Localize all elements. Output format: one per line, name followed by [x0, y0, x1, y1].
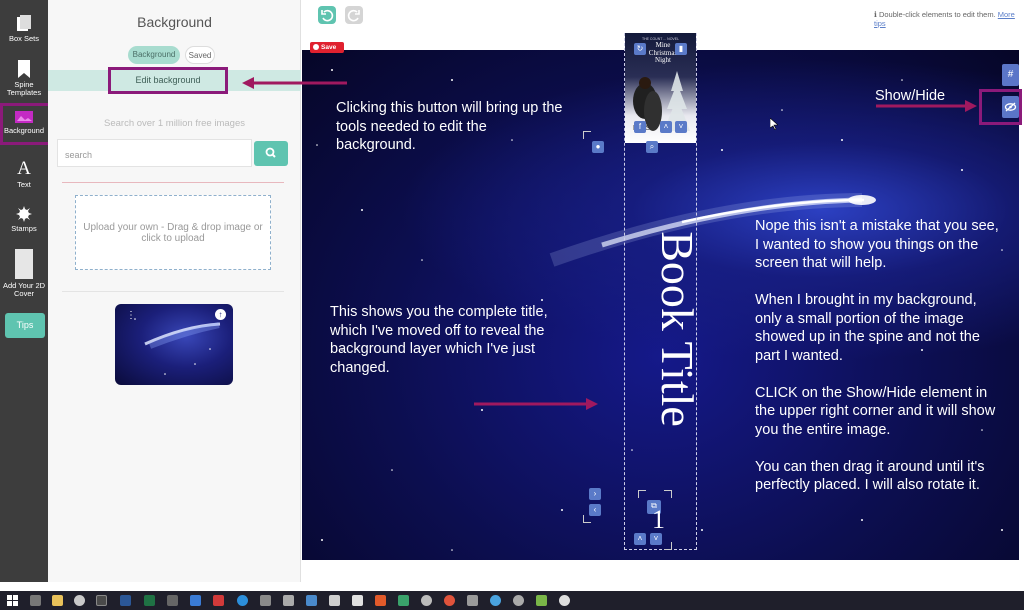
- excel-icon[interactable]: [144, 595, 155, 606]
- zoom-icon[interactable]: ⌕: [646, 141, 658, 153]
- corner-mark: [664, 490, 672, 498]
- chevron-down-icon[interactable]: ˅: [650, 533, 662, 545]
- app-icon[interactable]: [260, 595, 271, 606]
- tab-background[interactable]: Background: [128, 46, 180, 64]
- book-title[interactable]: Book Title: [652, 214, 703, 444]
- app-icon[interactable]: [352, 595, 363, 606]
- app-icon[interactable]: [375, 595, 386, 606]
- file-explorer-icon[interactable]: [52, 595, 63, 606]
- show-hide-highlight-box: [979, 89, 1022, 125]
- bookmark-icon: [18, 60, 30, 78]
- background-highlight-box: [0, 103, 52, 145]
- more-options-icon[interactable]: ⋮: [126, 311, 136, 321]
- left-toolbar: Box Sets Spine Templates Background A Te…: [0, 0, 48, 582]
- search-icon: [265, 147, 276, 158]
- toolbar-item-label: Add Your 2D Cover: [2, 281, 46, 298]
- toolbar-item-spine-templates[interactable]: Spine Templates: [0, 60, 48, 97]
- search-input[interactable]: search: [57, 139, 252, 167]
- tab-saved[interactable]: Saved: [185, 46, 215, 64]
- note-paragraph: You can then drag it around until it's p…: [755, 458, 985, 494]
- app-icon[interactable]: [559, 595, 570, 606]
- app-icon[interactable]: [283, 595, 294, 606]
- text-icon: A: [17, 158, 31, 179]
- redo-icon: [347, 9, 360, 22]
- app-icon[interactable]: [167, 595, 178, 606]
- os-taskbar: [0, 591, 1024, 610]
- chrome-icon[interactable]: [96, 595, 107, 606]
- delete-icon[interactable]: ▮: [675, 43, 687, 55]
- app-icon[interactable]: [213, 595, 224, 606]
- toolbar-item-label: Spine Templates: [6, 80, 42, 97]
- chevron-right-icon[interactable]: ›: [589, 488, 601, 500]
- app-icon[interactable]: [421, 595, 432, 606]
- annotation-show-hide: Show/Hide: [875, 88, 946, 104]
- facebook-icon[interactable]: f: [634, 121, 646, 133]
- toolbar-item-label: Stamps: [11, 224, 37, 233]
- settings-icon[interactable]: ●: [592, 141, 604, 153]
- stamp-icon: [16, 206, 32, 222]
- chevron-up-icon[interactable]: ˄: [660, 121, 672, 133]
- search-caption: Search over 1 million free images: [104, 118, 245, 129]
- app-icon[interactable]: [444, 595, 455, 606]
- app-icon[interactable]: [398, 595, 409, 606]
- app-icon[interactable]: [306, 595, 317, 606]
- toolbar-item-text[interactable]: A Text: [0, 158, 48, 189]
- edit-hint: ℹ Double-click elements to edit them. Mo…: [874, 10, 1024, 28]
- toolbar-item-2d-cover[interactable]: Add Your 2D Cover: [0, 249, 48, 298]
- app-icon[interactable]: [467, 595, 478, 606]
- app-window: Box Sets Spine Templates Background A Te…: [0, 0, 1024, 610]
- app-icon[interactable]: [237, 595, 248, 606]
- windows-start-icon[interactable]: [7, 595, 18, 606]
- app-icon[interactable]: [190, 595, 201, 606]
- save-button[interactable]: Save: [310, 42, 344, 53]
- tips-button[interactable]: Tips: [5, 313, 45, 338]
- app-icon[interactable]: [490, 595, 501, 606]
- annotation-title: This shows you the complete title, which…: [330, 304, 548, 376]
- app-icon[interactable]: [329, 595, 340, 606]
- box-sets-icon: [17, 15, 31, 31]
- annotation-edit-button: Clicking this button will bring up the t…: [336, 100, 563, 153]
- search-button[interactable]: [254, 141, 288, 166]
- task-view-icon[interactable]: [30, 595, 41, 606]
- note-paragraph: Nope this isn't a mistake that you see, …: [755, 218, 999, 271]
- app-icon[interactable]: [513, 595, 524, 606]
- mouse-cursor-icon: [770, 118, 778, 130]
- panel-title: Background: [137, 14, 212, 30]
- undo-button[interactable]: [318, 6, 336, 24]
- annotation-right-notes: Nope this isn't a mistake that you see, …: [755, 217, 1000, 513]
- redo-button[interactable]: [345, 6, 363, 24]
- divider: [62, 291, 284, 292]
- grid-toggle-button[interactable]: #: [1002, 64, 1019, 86]
- toolbar-item-label: Box Sets: [8, 34, 39, 43]
- spine-number[interactable]: 1: [652, 505, 665, 535]
- corner-mark: [638, 490, 646, 498]
- toolbar-item-box-sets[interactable]: Box Sets: [0, 14, 48, 43]
- browser-icon[interactable]: [74, 595, 85, 606]
- chevron-down-icon[interactable]: ˅: [675, 121, 687, 133]
- save-label: Save: [321, 44, 337, 51]
- undo-icon: [321, 9, 334, 22]
- word-icon[interactable]: [120, 595, 131, 606]
- toolbar-item-stamps[interactable]: Stamps: [0, 206, 48, 233]
- toolbar-item-label: Text: [17, 180, 31, 189]
- edit-background-highlight-box: [108, 67, 228, 94]
- hint-text: Double-click elements to edit them.: [878, 10, 996, 19]
- background-thumbnail[interactable]: ⋮ ↑: [115, 304, 233, 385]
- pinterest-icon: [313, 44, 319, 50]
- upload-arrow-icon[interactable]: ↑: [215, 309, 226, 320]
- upload-dropzone[interactable]: Upload your own - Drag & drop image or c…: [75, 195, 271, 270]
- info-icon: ℹ: [874, 10, 877, 19]
- cover-icon: [15, 249, 33, 279]
- corner-mark: [583, 515, 591, 523]
- note-paragraph: CLICK on the Show/Hide element in the up…: [755, 384, 996, 438]
- app-icon[interactable]: [536, 595, 547, 606]
- chevron-up-icon[interactable]: ˄: [634, 533, 646, 545]
- divider: [62, 182, 284, 183]
- corner-mark: [583, 131, 591, 139]
- note-paragraph: When I brought in my background, only a …: [755, 292, 980, 364]
- rotate-icon[interactable]: ↻: [634, 43, 646, 55]
- corner-mark: [664, 542, 672, 550]
